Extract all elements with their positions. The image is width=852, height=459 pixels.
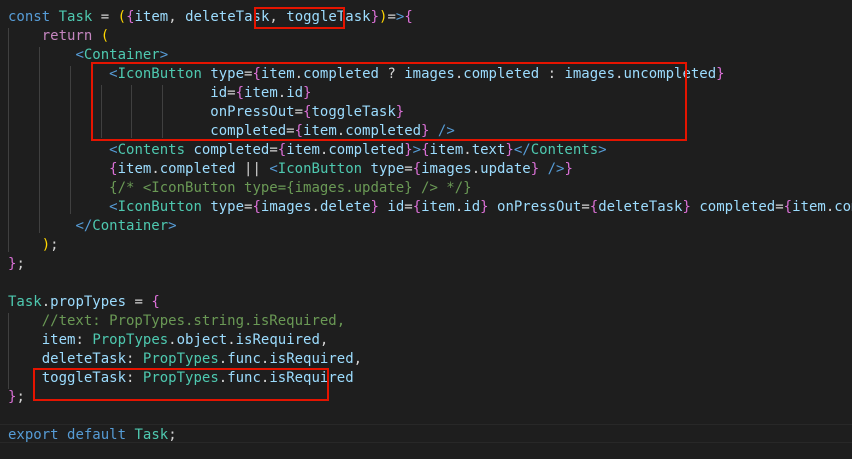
code-line-11[interactable]: <IconButton type={images.delete} id={ite… <box>8 198 852 217</box>
code-line-21[interactable]: }; <box>8 388 25 407</box>
code-line-23[interactable]: export default Task; <box>8 426 177 445</box>
code-line-13[interactable]: ); <box>8 236 59 255</box>
code-line-14[interactable]: }; <box>8 255 25 274</box>
highlight-box-toggletask-proptype <box>33 368 329 401</box>
code-line-16[interactable]: Task.propTypes = { <box>8 293 160 312</box>
code-line-1[interactable]: const Task = ({item, deleteTask, toggleT… <box>8 8 413 27</box>
code-line-19[interactable]: deleteTask: PropTypes.func.isRequired, <box>8 350 362 369</box>
highlight-box-toggletask-param <box>254 7 345 29</box>
code-line-9[interactable]: {item.completed || <IconButton type={ima… <box>8 160 573 179</box>
code-line-12[interactable]: </Container> <box>8 217 176 236</box>
code-line-2[interactable]: return ( <box>8 27 109 46</box>
code-line-10[interactable]: {/* <IconButton type={images.update} /> … <box>8 179 471 198</box>
code-line-8[interactable]: <Contents completed={item.completed}>{it… <box>8 141 606 160</box>
code-line-18[interactable]: item: PropTypes.object.isRequired, <box>8 331 329 350</box>
code-editor[interactable]: const Task = ({item, deleteTask, toggleT… <box>0 0 852 459</box>
code-line-17[interactable]: //text: PropTypes.string.isRequired, <box>8 312 345 331</box>
highlight-box-iconbutton-block <box>91 62 687 141</box>
